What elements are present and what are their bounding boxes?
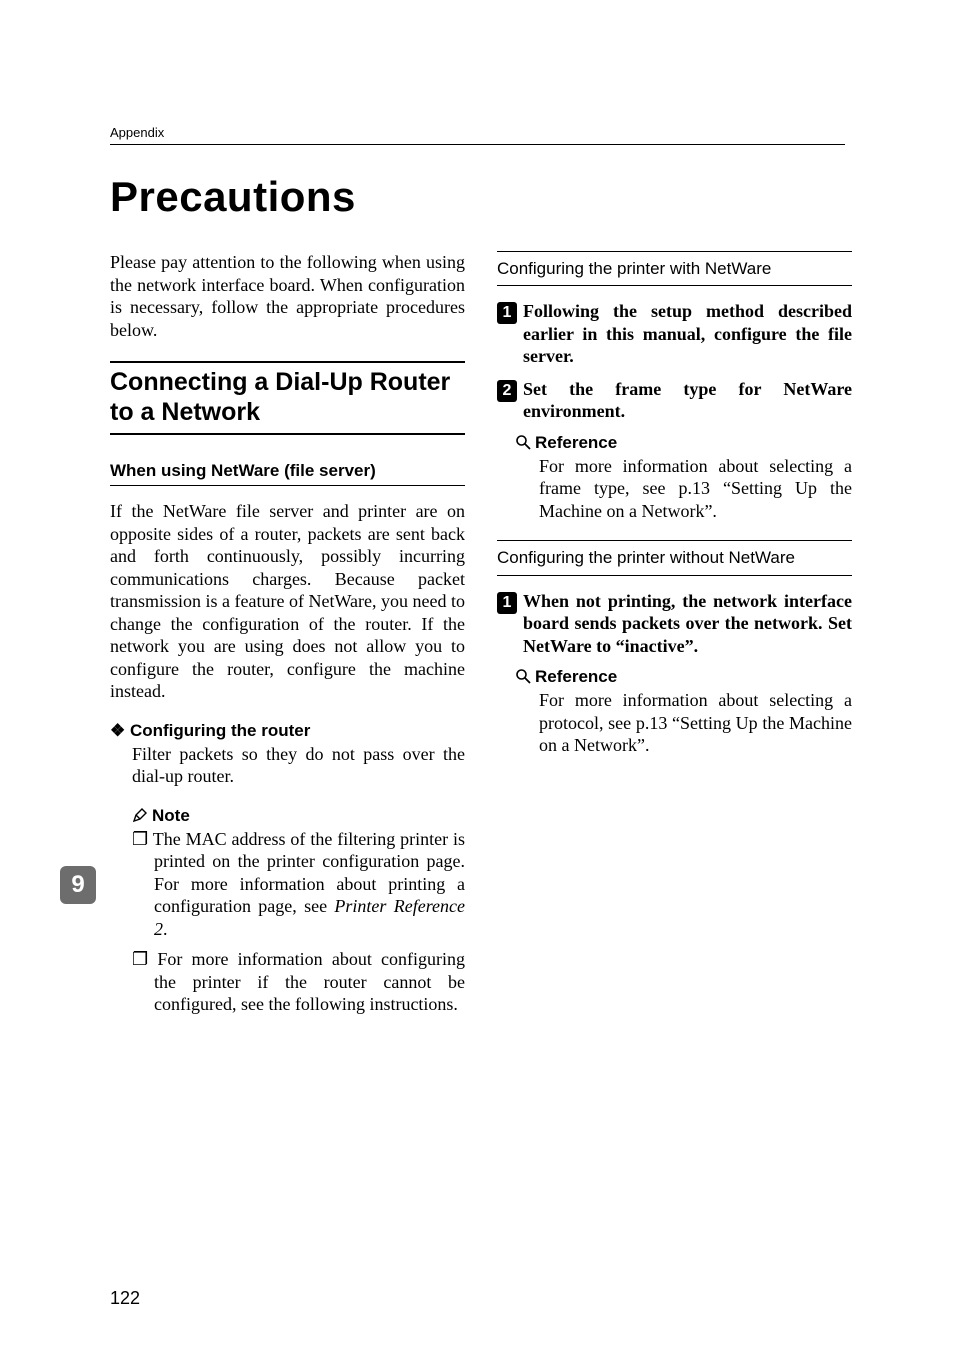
step-b1-text: When not printing, the network interface… xyxy=(523,590,852,658)
chapter-tab: 9 xyxy=(60,866,96,904)
configuring-router-heading: ❖ Configuring the router xyxy=(110,721,465,741)
reference-text-2: For more information about selecting a p… xyxy=(539,689,852,757)
step-b1: 1 When not printing, the network interfa… xyxy=(497,590,852,658)
intro-paragraph: Please pay attention to the following wh… xyxy=(110,251,465,341)
netware-body: If the NetWare file server and printer a… xyxy=(110,500,465,703)
step-a2-text: Set the frame type for NetWare environme… xyxy=(523,378,852,423)
step-number-1-icon: 1 xyxy=(497,302,517,324)
step-number-1b-icon: 1 xyxy=(497,592,517,614)
step-a1: 1 Following the setup method described e… xyxy=(497,300,852,368)
reference-heading-1: Reference xyxy=(515,433,852,453)
note-heading: Note xyxy=(132,806,465,826)
right-column: Configuring the printer with NetWare 1 F… xyxy=(497,251,852,1030)
reference-label-2: Reference xyxy=(535,667,617,686)
running-header: Appendix xyxy=(110,125,845,145)
note-item-1: The MAC address of the filtering printer… xyxy=(132,828,465,941)
pencil-icon xyxy=(132,807,148,823)
note-list: The MAC address of the filtering printer… xyxy=(132,828,465,1016)
page-title: Precautions xyxy=(110,173,859,221)
reference-text-1: For more information about selecting a f… xyxy=(539,455,852,523)
reference-label-1: Reference xyxy=(535,433,617,452)
magnifier-icon xyxy=(515,434,531,450)
section-heading-dialup: Connecting a Dial-Up Router to a Network xyxy=(110,361,465,435)
step-number-2-icon: 2 xyxy=(497,380,517,402)
step-a2: 2 Set the frame type for NetWare environ… xyxy=(497,378,852,423)
note-item-1-tail: . xyxy=(163,919,168,939)
step-a1-text: Following the setup method described ear… xyxy=(523,300,852,368)
subheading-with-netware: Configuring the printer with NetWare xyxy=(497,251,852,286)
configuring-router-body: Filter packets so they do not pass over … xyxy=(132,743,465,788)
note-item-2: For more information about configuring t… xyxy=(132,948,465,1016)
page-number: 122 xyxy=(110,1288,140,1309)
magnifier-icon xyxy=(515,668,531,684)
subheading-netware: When using NetWare (file server) xyxy=(110,461,465,486)
reference-heading-2: Reference xyxy=(515,667,852,687)
note-label-text: Note xyxy=(152,806,190,825)
left-column: Please pay attention to the following wh… xyxy=(110,251,465,1030)
subheading-without-netware: Configuring the printer without NetWare xyxy=(497,540,852,575)
